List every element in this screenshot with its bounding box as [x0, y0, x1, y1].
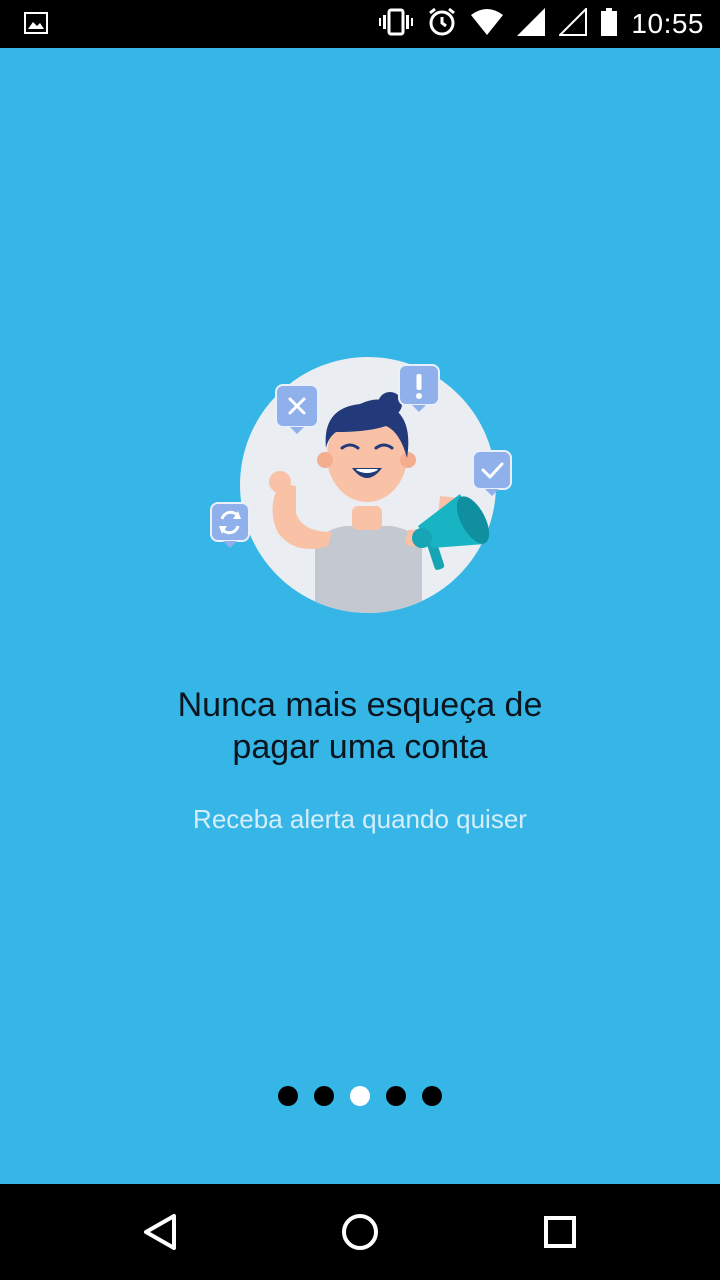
alarm-icon [427, 7, 457, 41]
signal-empty-icon [558, 6, 588, 40]
status-bar: 10:55 [0, 0, 720, 48]
title-line-1: Nunca mais esqueça de [177, 686, 543, 724]
image-notification-icon [24, 12, 48, 38]
check-badge-icon [472, 450, 512, 496]
battery-icon [601, 8, 618, 40]
onboarding-subtitle: Receba alerta quando quiser [193, 804, 527, 834]
status-time: 10:55 [631, 8, 704, 39]
navigation-bar [0, 1184, 720, 1280]
onboarding-illustration [210, 357, 512, 613]
close-badge-icon [275, 384, 319, 434]
onboarding-page[interactable]: Nunca mais esqueça de pagar uma conta Re… [0, 48, 720, 1184]
back-icon[interactable] [136, 1208, 184, 1256]
page-dot-1[interactable] [278, 1086, 298, 1106]
alert-badge-icon [398, 364, 440, 412]
page-dot-3-active[interactable] [350, 1086, 370, 1106]
vibrate-icon [379, 8, 414, 40]
onboarding-title: Nunca mais esqueça de pagar uma conta [0, 684, 720, 768]
page-dot-5[interactable] [422, 1086, 442, 1106]
home-icon[interactable] [336, 1208, 384, 1256]
page-dot-2[interactable] [314, 1086, 334, 1106]
page-indicator[interactable] [0, 1086, 720, 1106]
title-line-2: pagar uma conta [232, 728, 488, 766]
page-dot-4[interactable] [386, 1086, 406, 1106]
recents-icon[interactable] [536, 1208, 584, 1256]
signal-icon [517, 8, 546, 40]
wifi-icon [471, 9, 504, 39]
refresh-badge-icon [210, 502, 250, 548]
